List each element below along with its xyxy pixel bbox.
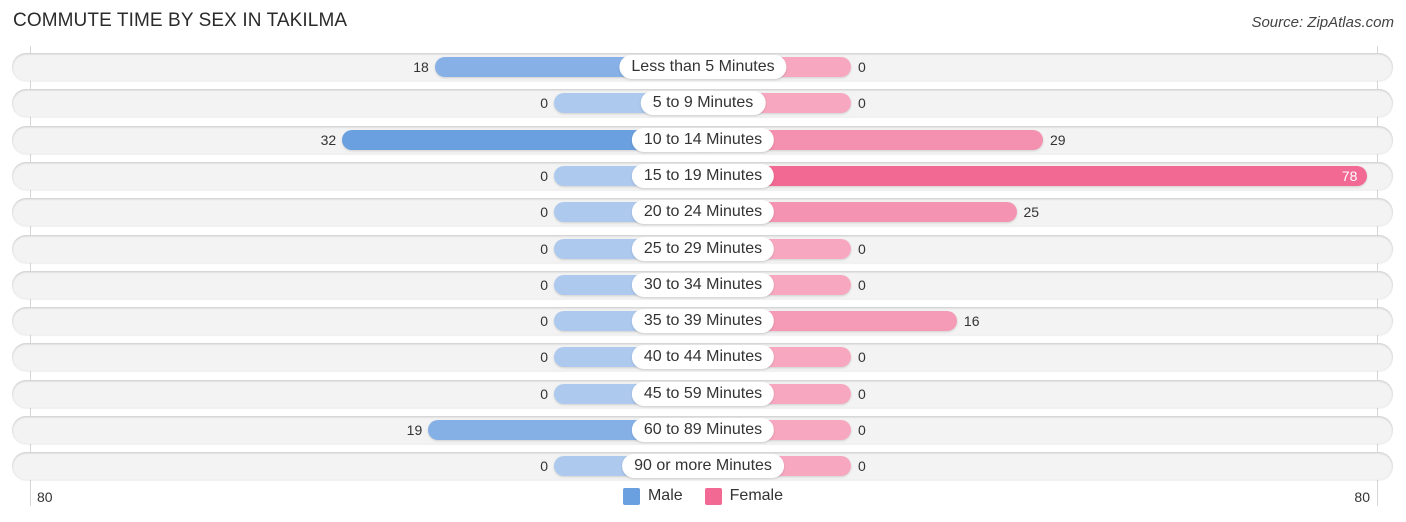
category-label: Less than 5 Minutes [619, 55, 787, 79]
value-label-female: 0 [858, 349, 866, 365]
category-label: 35 to 39 Minutes [631, 309, 775, 333]
legend-label-female: Female [729, 487, 784, 504]
value-label-female: 25 [1023, 204, 1040, 220]
category-label: 60 to 89 Minutes [631, 418, 775, 442]
value-label-female: 0 [858, 241, 866, 257]
legend-item-male[interactable]: Male [622, 487, 683, 505]
value-label-female: 0 [858, 422, 866, 438]
bar-female[interactable] [693, 166, 1368, 186]
category-label: 30 to 34 Minutes [631, 273, 775, 297]
value-label-female: 0 [858, 95, 866, 111]
source-credit: Source: ZipAtlas.com [1251, 14, 1394, 31]
category-label: 25 to 29 Minutes [631, 237, 775, 261]
legend-swatch-female [704, 487, 722, 505]
value-label-male: 19 [406, 422, 423, 438]
chart-title: COMMUTE TIME BY SEX IN TAKILMA [13, 10, 348, 31]
category-label: 90 or more Minutes [622, 454, 784, 478]
legend-label-male: Male [647, 487, 683, 504]
value-label-male: 0 [540, 204, 548, 220]
legend: Male Female [0, 487, 1406, 505]
value-label-male: 0 [540, 386, 548, 402]
legend-swatch-male [622, 487, 640, 505]
value-label-male: 0 [540, 95, 548, 111]
value-label-female: 0 [858, 386, 866, 402]
category-label: 20 to 24 Minutes [631, 200, 775, 224]
value-label-female: 0 [858, 277, 866, 293]
legend-item-female[interactable]: Female [704, 487, 784, 505]
value-label-female: 78 [1341, 168, 1358, 184]
category-label: 5 to 9 Minutes [640, 91, 766, 115]
value-label-male: 0 [540, 168, 548, 184]
value-label-male: 32 [320, 132, 337, 148]
value-label-male: 0 [540, 458, 548, 474]
value-label-female: 16 [963, 313, 980, 329]
value-label-male: 18 [413, 59, 429, 75]
category-label: 15 to 19 Minutes [631, 164, 775, 188]
category-label: 45 to 59 Minutes [631, 382, 775, 406]
value-label-male: 0 [540, 349, 548, 365]
value-label-male: 0 [540, 277, 548, 293]
value-label-female: 0 [858, 59, 866, 75]
value-label-female: 29 [1049, 132, 1066, 148]
category-label: 40 to 44 Minutes [631, 345, 775, 369]
value-label-male: 0 [540, 241, 548, 257]
value-label-male: 0 [540, 313, 548, 329]
value-label-female: 0 [858, 458, 866, 474]
category-label: 10 to 14 Minutes [631, 128, 775, 152]
